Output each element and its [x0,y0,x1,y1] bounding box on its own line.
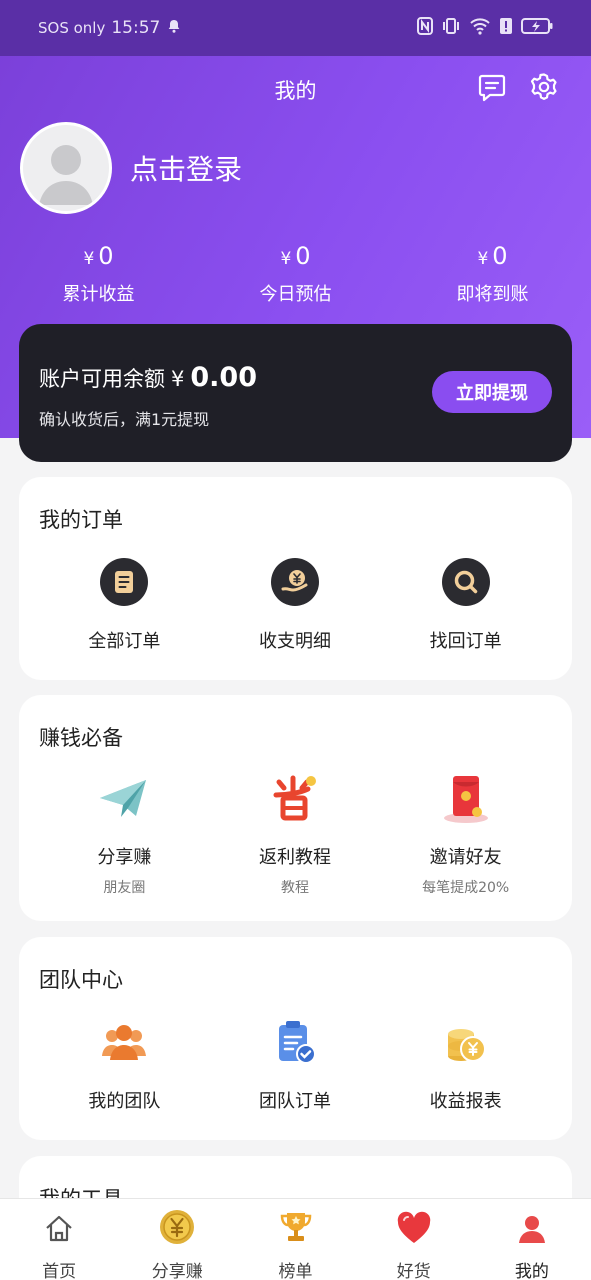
stat-label: 即将到账 [456,284,529,305]
user-icon [516,1213,548,1249]
item-subtitle: 朋友圈 [103,880,146,896]
stat-value: 0 [98,242,114,270]
invite-friends-button[interactable]: 邀请好友 每笔提成20% [380,773,551,897]
search-icon [441,558,490,610]
retrieve-order-button[interactable]: 找回订单 [380,557,551,653]
carrier-text: SOS only [38,19,106,37]
tab-label: 首页 [42,1262,77,1280]
balance-label: 账户可用余额 [39,367,165,391]
wifi-icon [469,17,491,39]
stat-label: 累计收益 [62,284,135,305]
stat-today-estimate[interactable]: ¥0 今日预估 [197,242,394,306]
tab-good-items[interactable]: 好货 [355,1199,473,1280]
gear-icon[interactable] [529,72,559,106]
avatar[interactable] [20,122,112,214]
team-orders-button[interactable]: 团队订单 [210,1017,381,1113]
save-sheng-icon [270,773,320,827]
yen-coin-icon [159,1209,195,1249]
yen-hand-icon [271,558,319,610]
section-title: 赚钱必备 [39,726,123,750]
all-orders-button[interactable]: 全部订单 [39,557,210,653]
stat-value: 0 [295,242,311,270]
tab-label: 我的 [514,1262,549,1280]
balance-amount: 0.00 [190,362,257,393]
stat-total-earnings[interactable]: ¥0 累计收益 [0,242,197,306]
my-team-button[interactable]: 我的团队 [39,1017,210,1113]
earnings-stats: ¥0 累计收益 ¥0 今日预估 ¥0 即将到账 [0,242,591,306]
item-label: 收益报表 [429,1091,502,1112]
currency-symbol: ¥ [171,367,185,391]
section-title: 团队中心 [39,968,123,992]
nfc-icon [417,17,433,39]
trophy-icon [278,1209,314,1249]
clipboard-check-icon [273,1019,317,1069]
bell-icon [166,18,182,38]
clock: 15:57 [111,18,161,38]
tab-share-earn[interactable]: 分享赚 [118,1199,236,1280]
tab-home[interactable]: 首页 [0,1199,118,1280]
home-icon [43,1213,75,1249]
item-label: 全部订单 [88,631,161,652]
bottom-tab-bar: 首页 分享赚 榜单 好货 我的 [0,1198,591,1280]
currency-symbol: ¥ [280,249,292,269]
balance-note: 确认收货后，满1元提现 [39,410,210,429]
coins-icon [444,1020,488,1068]
currency-symbol: ¥ [477,249,489,269]
item-label: 团队订单 [259,1091,331,1112]
profile-section[interactable]: 点击登录 [20,122,242,214]
stat-upcoming[interactable]: ¥0 即将到账 [394,242,591,306]
item-label: 收支明细 [259,631,331,652]
tab-label: 好货 [396,1262,431,1280]
team-icon [100,1020,148,1068]
vibrate-icon [441,17,461,39]
alert-icon [499,17,513,39]
red-envelope-icon [441,772,491,828]
item-label: 分享赚 [97,847,152,868]
earn-essentials-card: 赚钱必备 分享赚 朋友圈 返利教程 教程 邀请好友 每笔提成20% [19,695,572,921]
page-title: 我的 [274,79,317,103]
balance-card: 账户可用余额 ¥ 0.00 确认收货后，满1元提现 立即提现 [19,324,572,462]
orders-card: 我的订单 全部订单 收支明细 找回订单 [19,477,572,680]
currency-symbol: ¥ [83,249,95,269]
section-title: 我的订单 [39,508,123,532]
item-label: 返利教程 [259,847,331,868]
rebate-tutorial-button[interactable]: 返利教程 教程 [210,773,381,897]
team-center-card: 团队中心 我的团队 团队订单 收益报表 [19,937,572,1140]
stat-label: 今日预估 [259,284,332,305]
earnings-report-button[interactable]: 收益报表 [380,1017,551,1113]
heart-icon [396,1211,432,1249]
document-icon [100,558,149,610]
login-link[interactable]: 点击登录 [130,148,242,188]
withdraw-button[interactable]: 立即提现 [432,371,552,413]
item-subtitle: 教程 [281,880,309,896]
income-details-button[interactable]: 收支明细 [210,557,381,653]
title-bar: 我的 [0,68,591,112]
item-label: 我的团队 [88,1091,161,1112]
tab-label: 分享赚 [151,1262,203,1280]
tab-label: 榜单 [278,1262,313,1280]
tab-mine[interactable]: 我的 [473,1199,591,1280]
tab-ranking[interactable]: 榜单 [236,1199,354,1280]
stat-value: 0 [492,242,508,270]
share-earn-button[interactable]: 分享赚 朋友圈 [39,773,210,897]
status-bar: SOS only 15:57 [0,0,591,56]
item-subtitle: 每笔提成20% [422,880,510,896]
paper-plane-icon [98,776,150,824]
item-label: 找回订单 [429,631,502,652]
item-label: 邀请好友 [429,847,502,868]
battery-icon [521,17,553,39]
message-icon[interactable] [477,72,507,106]
